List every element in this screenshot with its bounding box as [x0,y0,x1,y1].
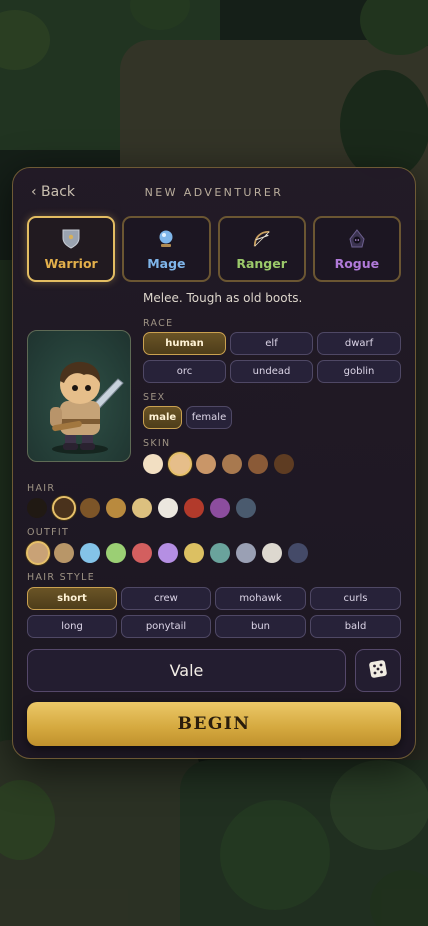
race-option-orc[interactable]: orc [143,360,226,383]
class-card-warrior[interactable]: Warrior [27,216,116,282]
hair-swatch[interactable] [106,498,126,518]
sex-label: SEX [143,392,166,403]
orb-icon [156,228,176,250]
outfit-swatch[interactable] [80,543,100,563]
skin-swatch[interactable] [143,454,163,474]
skin-swatch[interactable] [248,454,268,474]
hair-style-option-crew[interactable]: crew [121,587,211,610]
class-label-rogue: Rogue [334,255,380,271]
hair-style-option-mohawk[interactable]: mohawk [215,587,306,610]
shield-icon [61,228,81,250]
skin-label: SKIN [143,438,171,449]
outfit-swatch[interactable] [132,543,152,563]
warrior-sprite-icon [50,361,124,454]
outfit-swatch[interactable] [210,543,230,563]
hair-swatch[interactable] [132,498,152,518]
hair-swatch[interactable] [236,498,256,518]
hood-icon [347,228,367,250]
dice-icon [369,659,387,682]
outfit-swatch[interactable] [54,543,74,563]
hair-swatch[interactable] [27,498,47,518]
skin-swatch-selected[interactable] [168,452,192,476]
randomize-button[interactable] [355,649,401,692]
hair-swatch[interactable] [184,498,204,518]
hair-style-option-ponytail[interactable]: ponytail [121,615,211,638]
hair-swatch[interactable] [80,498,100,518]
class-description: Melee. Tough as old boots. [143,291,303,305]
sex-option-female[interactable]: female [186,406,232,429]
outfit-swatch[interactable] [184,543,204,563]
hair-style-option-bun[interactable]: bun [215,615,306,638]
hair-style-option-short[interactable]: short [27,587,117,610]
class-label-ranger: Ranger [236,255,287,271]
race-label: RACE [143,318,174,329]
skin-swatch[interactable] [274,454,294,474]
class-label-warrior: Warrior [44,255,98,271]
hair-swatch-selected[interactable] [52,496,76,520]
hair-style-option-bald[interactable]: bald [310,615,401,638]
hair-style-option-curls[interactable]: curls [310,587,401,610]
race-option-undead[interactable]: undead [230,360,313,383]
character-preview [27,330,131,462]
skin-swatch[interactable] [222,454,242,474]
hair-style-label: HAIR STYLE [27,572,95,583]
class-card-ranger[interactable]: Ranger [217,216,306,282]
hair-swatch[interactable] [158,498,178,518]
race-option-human[interactable]: human [143,332,226,355]
class-card-rogue[interactable]: Rogue [312,216,401,282]
bow-icon [252,228,272,250]
outfit-label: OUTFIT [27,527,70,538]
outfit-swatch[interactable] [106,543,126,563]
character-name-input[interactable]: Vale [27,649,346,692]
outfit-swatch[interactable] [236,543,256,563]
outfit-swatch-selected[interactable] [26,541,50,565]
outfit-swatch[interactable] [288,543,308,563]
panel-title: NEW ADVENTURER [144,186,284,199]
begin-button[interactable]: BEGIN [27,702,401,746]
race-option-goblin[interactable]: goblin [317,360,401,383]
race-option-elf[interactable]: elf [230,332,313,355]
class-card-mage[interactable]: Mage [122,216,211,282]
hair-style-option-long[interactable]: long [27,615,117,638]
hair-label: HAIR [27,483,56,494]
sex-option-male[interactable]: male [143,406,182,429]
class-selector: Warrior Mage Ranger Rogue [27,216,401,282]
outfit-swatch[interactable] [158,543,178,563]
skin-swatch[interactable] [196,454,216,474]
race-option-dwarf[interactable]: dwarf [317,332,401,355]
outfit-swatch[interactable] [262,543,282,563]
hair-swatch[interactable] [210,498,230,518]
class-label-mage: Mage [147,255,186,271]
